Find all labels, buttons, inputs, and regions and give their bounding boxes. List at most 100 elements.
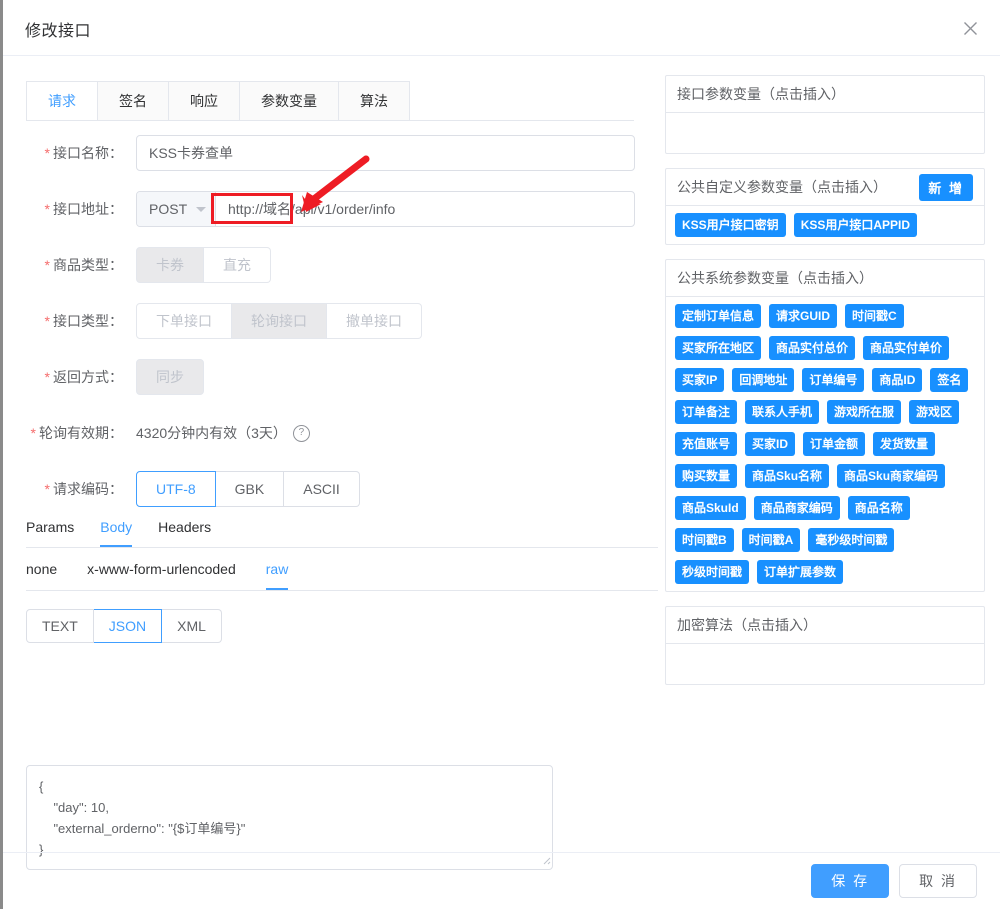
dialog-header: 修改接口 bbox=[3, 0, 1000, 56]
tag-system-param[interactable]: 购买数量 bbox=[675, 464, 737, 488]
url-input[interactable]: http://域名/api/v1/order/info bbox=[216, 192, 634, 226]
url-input-group: POST http://域名/api/v1/order/info bbox=[136, 191, 635, 227]
tag-system-param[interactable]: 买家IP bbox=[675, 368, 724, 392]
raw-option-none[interactable]: none bbox=[26, 548, 57, 590]
required-marker: * bbox=[45, 145, 50, 161]
label-goods-type: *商品类型： bbox=[3, 247, 133, 283]
tag-system-param[interactable]: 商品商家编码 bbox=[754, 496, 840, 520]
required-marker: * bbox=[31, 425, 36, 441]
dialog-body: 请求 签名 响应 参数变量 算法 *接口名称： KSS卡券查单 *接口地址： bbox=[3, 57, 1000, 852]
raw-option-row: none x-www-form-urlencoded raw bbox=[26, 548, 658, 590]
footer-buttons: 保 存 取 消 bbox=[811, 864, 977, 898]
raw-option-urlencoded[interactable]: x-www-form-urlencoded bbox=[87, 548, 236, 590]
encoding-group: UTF-8 GBK ASCII bbox=[136, 471, 360, 507]
request-form: *接口名称： KSS卡券查单 *接口地址： POST bbox=[3, 135, 658, 527]
goods-type-direct: 直充 bbox=[204, 247, 271, 283]
tag-system-param[interactable]: 商品ID bbox=[872, 368, 922, 392]
tag-system-param[interactable]: 秒级时间戳 bbox=[675, 560, 749, 584]
tag-system-param[interactable]: 订单金额 bbox=[803, 432, 865, 456]
body-tab-row: Params Body Headers bbox=[26, 507, 658, 547]
field-interface-name: KSS卡券查单 bbox=[136, 135, 635, 171]
tag-system-param[interactable]: 订单备注 bbox=[675, 400, 737, 424]
tag-system-param[interactable]: 商品SkuId bbox=[675, 496, 746, 520]
encoding-ascii[interactable]: ASCII bbox=[284, 471, 360, 507]
tab-signature[interactable]: 签名 bbox=[98, 81, 169, 121]
tag-system-param[interactable]: 订单编号 bbox=[802, 368, 864, 392]
label-interface-name: *接口名称： bbox=[3, 135, 133, 171]
tag-system-param[interactable]: 请求GUID bbox=[769, 304, 837, 328]
tab-param-variables[interactable]: 参数变量 bbox=[240, 81, 339, 121]
format-xml[interactable]: XML bbox=[162, 609, 222, 643]
cancel-button[interactable]: 取 消 bbox=[899, 864, 977, 898]
tag-custom-param[interactable]: KSS用户接口密钥 bbox=[675, 213, 786, 237]
api-type-cancel: 撤单接口 bbox=[327, 303, 422, 339]
tag-system-param[interactable]: 买家所在地区 bbox=[675, 336, 761, 360]
panel-header: 接口参数变量（点击插入） bbox=[666, 76, 984, 113]
goods-type-group: 卡券 直充 bbox=[136, 247, 271, 283]
tab-algorithm[interactable]: 算法 bbox=[339, 81, 410, 121]
tag-system-param[interactable]: 买家ID bbox=[745, 432, 795, 456]
required-marker: * bbox=[45, 313, 50, 329]
format-json[interactable]: JSON bbox=[94, 609, 162, 643]
tag-system-param[interactable]: 回调地址 bbox=[732, 368, 794, 392]
tag-system-param[interactable]: 联系人手机 bbox=[745, 400, 819, 424]
panel-body-interface-params bbox=[666, 113, 984, 153]
tag-system-param[interactable]: 游戏区 bbox=[909, 400, 959, 424]
raw-option-raw[interactable]: raw bbox=[266, 548, 289, 590]
form-row-poll-validity: *轮询有效期： 4320分钟内有效（3天） ? bbox=[3, 415, 658, 463]
poll-validity-row: 4320分钟内有效（3天） ? bbox=[136, 415, 310, 451]
format-group-wrap: TEXT JSON XML bbox=[26, 609, 658, 643]
encoding-gbk[interactable]: GBK bbox=[216, 471, 285, 507]
left-column: 请求 签名 响应 参数变量 算法 *接口名称： KSS卡券查单 *接口地址： bbox=[3, 57, 658, 852]
panel-header: 公共系统参数变量（点击插入） bbox=[666, 260, 984, 297]
tab-response[interactable]: 响应 bbox=[169, 81, 240, 121]
interface-name-input[interactable]: KSS卡券查单 bbox=[136, 135, 635, 171]
goods-type-card: 卡券 bbox=[136, 247, 204, 283]
http-method-select[interactable]: POST bbox=[137, 192, 216, 226]
poll-validity-value: 4320分钟内有效（3天） bbox=[136, 415, 287, 451]
tag-system-param[interactable]: 充值账号 bbox=[675, 432, 737, 456]
field-interface-url: POST http://域名/api/v1/order/info bbox=[136, 191, 635, 227]
required-marker: * bbox=[45, 481, 50, 497]
tag-system-param[interactable]: 订单扩展参数 bbox=[757, 560, 843, 584]
chevron-down-icon bbox=[196, 207, 206, 212]
panel-header: 公共自定义参数变量（点击插入） 新 增 bbox=[666, 169, 984, 206]
save-button[interactable]: 保 存 bbox=[811, 864, 889, 898]
api-type-order: 下单接口 bbox=[136, 303, 232, 339]
tag-custom-param[interactable]: KSS用户接口APPID bbox=[794, 213, 917, 237]
add-custom-param-button[interactable]: 新 增 bbox=[919, 174, 973, 201]
tag-system-param[interactable]: 商品实付总价 bbox=[769, 336, 855, 360]
main-tabs: 请求 签名 响应 参数变量 算法 bbox=[26, 81, 410, 121]
encoding-utf8[interactable]: UTF-8 bbox=[136, 471, 216, 507]
body-tab-body[interactable]: Body bbox=[100, 507, 132, 547]
required-marker: * bbox=[45, 201, 50, 217]
panel-header: 加密算法（点击插入） bbox=[666, 607, 984, 644]
body-section: Params Body Headers none x-www-form-urle… bbox=[26, 507, 658, 643]
field-poll-validity: 4320分钟内有效（3天） ? bbox=[136, 415, 310, 451]
tag-system-param[interactable]: 时间戳A bbox=[742, 528, 801, 552]
tag-system-param[interactable]: 商品名称 bbox=[848, 496, 910, 520]
label-api-type: *接口类型： bbox=[3, 303, 133, 339]
tag-system-param[interactable]: 时间戳C bbox=[845, 304, 904, 328]
close-icon[interactable] bbox=[955, 13, 985, 43]
tag-system-param[interactable]: 毫秒级时间戳 bbox=[808, 528, 894, 552]
format-text[interactable]: TEXT bbox=[26, 609, 94, 643]
tag-system-param[interactable]: 签名 bbox=[930, 368, 968, 392]
tag-system-param[interactable]: 游戏所在服 bbox=[827, 400, 901, 424]
panel-system-params: 公共系统参数变量（点击插入） 定制订单信息请求GUID时间戳C买家所在地区商品实… bbox=[665, 259, 985, 592]
panel-title: 加密算法（点击插入） bbox=[677, 615, 817, 635]
label-poll-validity: *轮询有效期： bbox=[3, 415, 133, 451]
question-mark-icon[interactable]: ? bbox=[293, 425, 310, 442]
body-tab-headers[interactable]: Headers bbox=[158, 507, 211, 547]
panel-title: 公共自定义参数变量（点击插入） bbox=[677, 177, 887, 197]
tag-system-param[interactable]: 商品Sku商家编码 bbox=[837, 464, 945, 488]
tab-request[interactable]: 请求 bbox=[26, 81, 98, 121]
tag-system-param[interactable]: 时间戳B bbox=[675, 528, 734, 552]
required-marker: * bbox=[45, 369, 50, 385]
tag-system-param[interactable]: 商品Sku名称 bbox=[745, 464, 829, 488]
right-column: 接口参数变量（点击插入） 公共自定义参数变量（点击插入） 新 增 KSS用户接口… bbox=[665, 75, 985, 699]
tag-system-param[interactable]: 商品实付单价 bbox=[863, 336, 949, 360]
body-tab-params[interactable]: Params bbox=[26, 507, 74, 547]
tag-system-param[interactable]: 定制订单信息 bbox=[675, 304, 761, 328]
tag-system-param[interactable]: 发货数量 bbox=[873, 432, 935, 456]
